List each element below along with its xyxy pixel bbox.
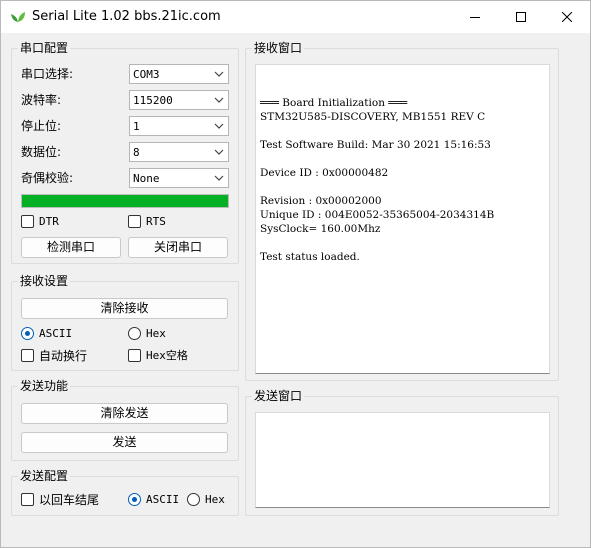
receive-line: Unique ID : 004E0052-35365004-2034314B xyxy=(260,209,495,221)
port-label: 串口选择: xyxy=(21,67,74,81)
app-window: Serial Lite 1.02 bbs.21ic.com 串口配置 串口选择:… xyxy=(0,0,591,548)
port-select[interactable]: COM3 xyxy=(129,64,229,84)
minimize-icon xyxy=(470,17,480,18)
window-title: Serial Lite 1.02 bbs.21ic.com xyxy=(32,9,221,24)
chevron-down-icon xyxy=(214,123,224,129)
stop-bits-value: 1 xyxy=(133,120,140,133)
baud-select[interactable]: 115200 xyxy=(129,90,229,110)
title-bar[interactable]: Serial Lite 1.02 bbs.21ic.com xyxy=(1,1,590,33)
send-button[interactable]: 发送 xyxy=(21,432,228,453)
close-button[interactable] xyxy=(544,1,590,33)
port-value: COM3 xyxy=(133,68,160,81)
clear-send-button[interactable]: 清除发送 xyxy=(21,403,228,424)
serial-config-title: 串口配置 xyxy=(18,41,71,55)
tx-hex-label: Hex xyxy=(205,493,225,506)
maximize-icon xyxy=(516,12,526,22)
parity-select[interactable]: None xyxy=(129,168,229,188)
connection-progress-bar xyxy=(21,194,229,208)
stop-bits-select[interactable]: 1 xyxy=(129,116,229,136)
receive-line: Device ID : 0x00000482 xyxy=(260,167,389,179)
tx-function-title: 发送功能 xyxy=(18,379,71,393)
dtr-checkbox[interactable] xyxy=(21,215,34,228)
clear-receive-button[interactable]: 清除接收 xyxy=(21,298,228,319)
stop-bits-label: 停止位: xyxy=(21,119,62,133)
chevron-down-icon xyxy=(214,149,224,155)
receive-line: STM32U585-DISCOVERY, MB1551 REV C xyxy=(260,111,486,123)
data-bits-value: 8 xyxy=(133,146,140,159)
data-bits-label: 数据位: xyxy=(21,145,62,159)
leaf-icon xyxy=(10,9,26,25)
chevron-down-icon xyxy=(214,97,224,103)
close-port-button[interactable]: 关闭串口 xyxy=(128,237,228,258)
crlf-label: 以回车结尾 xyxy=(39,493,100,507)
receive-line: Revision : 0x00002000 xyxy=(260,195,382,207)
auto-wrap-label: 自动换行 xyxy=(39,349,88,363)
dtr-label: DTR xyxy=(39,215,59,228)
parity-label: 奇偶校验: xyxy=(21,171,74,185)
rx-ascii-label: ASCII xyxy=(39,327,73,340)
baud-label: 波特率: xyxy=(21,93,62,107)
receive-line: SysClock= 160.00Mhz xyxy=(260,223,381,235)
close-icon xyxy=(562,12,572,22)
tx-ascii-radio[interactable] xyxy=(128,493,141,506)
hex-space-checkbox[interactable] xyxy=(128,349,141,362)
rx-window-title: 接收窗口 xyxy=(252,41,305,55)
receive-line: ═══ Board Initialization ═══ xyxy=(260,97,408,109)
chevron-down-icon xyxy=(214,71,224,77)
receive-line: Test Software Build: Mar 30 2021 15:16:5… xyxy=(260,139,491,151)
data-bits-select[interactable]: 8 xyxy=(129,142,229,162)
detect-port-button[interactable]: 检测串口 xyxy=(21,237,121,258)
chevron-down-icon xyxy=(214,175,224,181)
send-textarea[interactable] xyxy=(255,412,550,508)
tx-ascii-label: ASCII xyxy=(146,493,180,506)
baud-value: 115200 xyxy=(133,94,173,107)
rx-hex-radio[interactable] xyxy=(128,327,141,340)
minimize-button[interactable] xyxy=(452,1,498,33)
tx-config-title: 发送配置 xyxy=(18,469,71,483)
tx-window-title: 发送窗口 xyxy=(252,389,305,403)
progress-fill xyxy=(22,195,228,207)
rx-settings-title: 接收设置 xyxy=(18,274,71,288)
maximize-button[interactable] xyxy=(498,1,544,33)
crlf-checkbox[interactable] xyxy=(21,493,34,506)
rts-checkbox[interactable] xyxy=(128,215,141,228)
tx-hex-radio[interactable] xyxy=(187,493,200,506)
rts-label: RTS xyxy=(146,215,166,228)
rx-ascii-radio[interactable] xyxy=(21,327,34,340)
receive-textarea[interactable]: ═══ Board Initialization ═══ STM32U585-DI… xyxy=(255,64,550,374)
hex-space-label: Hex空格 xyxy=(146,349,188,362)
rx-hex-label: Hex xyxy=(146,327,166,340)
auto-wrap-checkbox[interactable] xyxy=(21,349,34,362)
receive-line: Test status loaded. xyxy=(260,251,360,263)
parity-value: None xyxy=(133,172,160,185)
